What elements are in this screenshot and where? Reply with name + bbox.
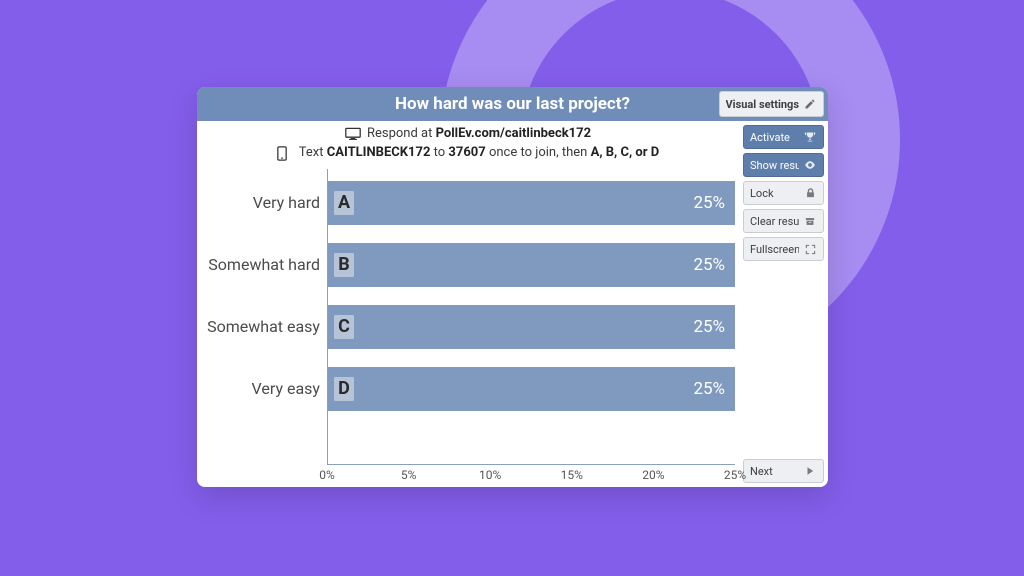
visual-settings-label: Visual settings: [726, 98, 800, 111]
x-axis-tick: 20%: [642, 468, 664, 482]
bar-category-label: Very easy: [204, 380, 328, 398]
plot-region: Very hardA25%Somewhat hardB25%Somewhat e…: [327, 169, 735, 465]
play-icon: [803, 464, 817, 478]
x-axis-tick: 5%: [401, 468, 417, 482]
poll-title: How hard was our last project?: [395, 94, 630, 114]
sms-text: Text CAITLINBECK172 to 37607 once to joi…: [299, 144, 659, 163]
bar: C 25%: [328, 305, 735, 349]
pencil-icon: [803, 97, 817, 111]
bar-letter: A: [334, 191, 354, 215]
lock-button[interactable]: Lock: [743, 181, 824, 205]
bar-row: Somewhat hardB25%: [328, 243, 735, 287]
bar-letter: C: [334, 315, 354, 339]
x-axis-tick: 25%: [724, 468, 746, 482]
chart-area: Very hard A 25% Somewhat hard B 25% Somewhat e…: [197, 169, 739, 487]
archive-icon: [803, 214, 817, 228]
x-axis: 0%5%10%15%20%25%: [327, 465, 735, 487]
lock-icon: [803, 186, 817, 200]
fullscreen-button[interactable]: Fullscreen: [743, 237, 824, 261]
main-panel: Respond at PollEv.com/caitlinbeck172 Tex…: [197, 121, 739, 487]
bar-row: Very easyD25%: [328, 367, 735, 411]
bar-category-label: Somewhat hard: [204, 256, 328, 274]
clear-results-label: Clear results: [750, 215, 799, 228]
next-label: Next: [750, 465, 799, 478]
show-results-button[interactable]: Show results: [743, 153, 824, 177]
bar: B 25%: [328, 243, 735, 287]
bar-category-label: Very hard: [204, 194, 328, 212]
bar-value-label: 25%: [693, 255, 735, 275]
expand-icon: [803, 242, 817, 256]
bar-value-label: 25%: [693, 379, 735, 399]
x-axis-tick: 15%: [561, 468, 583, 482]
title-bar: How hard was our last project? Visual se…: [197, 87, 828, 121]
bar-category-label: Somewhat easy: [204, 318, 328, 336]
poll-card: How hard was our last project? Visual se…: [197, 87, 828, 487]
instructions: Respond at PollEv.com/caitlinbeck172 Tex…: [197, 121, 739, 169]
respond-text: Respond at PollEv.com/caitlinbeck172: [367, 125, 591, 144]
eye-icon: [803, 158, 817, 172]
bar-value-label: 25%: [693, 317, 735, 337]
phone-icon: [277, 146, 293, 160]
bar: D 25%: [328, 367, 735, 411]
bar-value-label: 25%: [693, 193, 735, 213]
next-button[interactable]: Next: [743, 459, 824, 483]
bar: A 25%: [328, 181, 735, 225]
bar-row: Somewhat easyC25%: [328, 305, 735, 349]
clear-results-button[interactable]: Clear results: [743, 209, 824, 233]
x-axis-tick: 0%: [319, 468, 335, 482]
monitor-icon: [345, 127, 361, 141]
content-area: Respond at PollEv.com/caitlinbeck172 Tex…: [197, 121, 828, 487]
activate-label: Activate: [750, 131, 799, 144]
activate-button[interactable]: Activate: [743, 125, 824, 149]
trophy-icon: [803, 130, 817, 144]
x-axis-tick: 10%: [479, 468, 501, 482]
lock-label: Lock: [750, 187, 799, 200]
show-results-label: Show results: [750, 159, 799, 172]
fullscreen-label: Fullscreen: [750, 243, 799, 256]
sidebar: Activate Show results Lock Clear results: [739, 121, 828, 487]
bar-letter: B: [334, 253, 354, 277]
bar-letter: D: [334, 377, 354, 401]
bar-row: Very hardA25%: [328, 181, 735, 225]
visual-settings-button[interactable]: Visual settings: [719, 91, 825, 117]
